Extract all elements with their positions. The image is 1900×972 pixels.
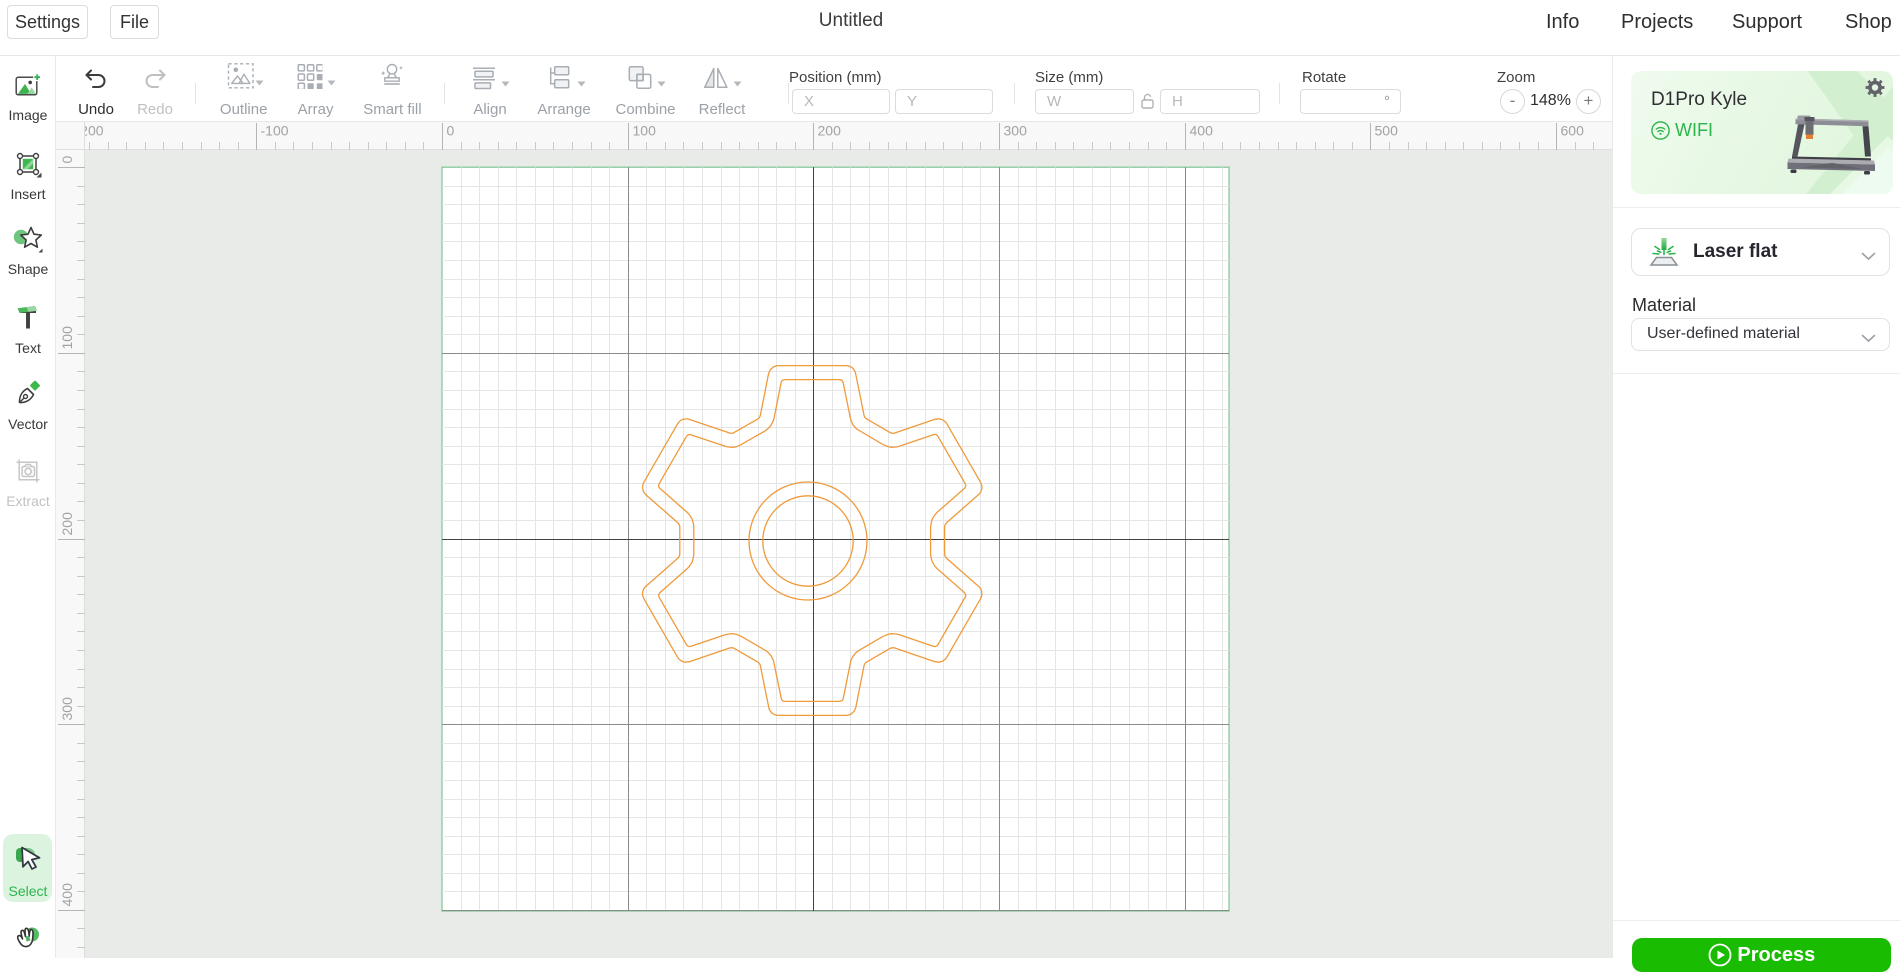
svg-text:600: 600 <box>1561 123 1585 139</box>
svg-text:0: 0 <box>59 156 75 164</box>
svg-text:200: 200 <box>59 512 75 536</box>
svg-text:100: 100 <box>59 326 75 350</box>
svg-text:-100: -100 <box>261 123 289 139</box>
svg-text:400: 400 <box>59 883 75 907</box>
svg-text:0: 0 <box>447 123 455 139</box>
svg-text:100: 100 <box>633 123 657 139</box>
svg-text:300: 300 <box>59 697 75 721</box>
svg-text:200: 200 <box>818 123 842 139</box>
svg-text:500: 500 <box>1375 123 1399 139</box>
svg-text:400: 400 <box>1190 123 1214 139</box>
svg-text:300: 300 <box>1004 123 1028 139</box>
